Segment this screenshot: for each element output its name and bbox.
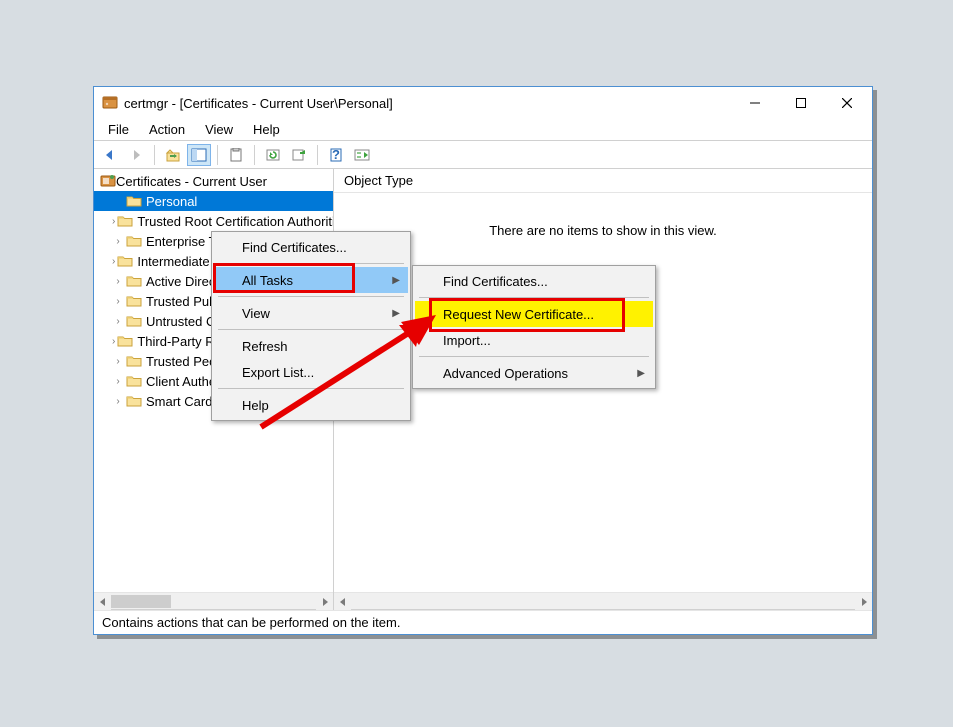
tree-expander-icon[interactable]: › [112,336,115,347]
toolbar-copy-button[interactable] [224,144,248,166]
folder-icon [126,194,142,208]
folder-icon [126,394,142,408]
scrollbar-left-arrow[interactable] [334,593,351,610]
menu-file[interactable]: File [100,121,137,138]
context-submenu-all-tasks: Find Certificates... Request New Certifi… [412,265,656,389]
maximize-button[interactable] [778,88,824,118]
chevron-right-icon: ▶ [392,308,400,319]
context-menu: Find Certificates... All Tasks▶ View▶ Re… [211,231,411,421]
context-item-export-list[interactable]: Export List... [214,359,408,385]
tree-expander-icon[interactable]: › [112,316,124,327]
statusbar: Contains actions that can be performed o… [94,610,872,634]
toolbar-separator [254,145,255,165]
toolbar: ? [94,141,872,169]
context-separator [218,296,404,297]
context-item-help[interactable]: Help [214,392,408,418]
toolbar-separator [154,145,155,165]
tree-expander-icon[interactable]: › [112,296,124,307]
context-separator [218,263,404,264]
submenu-item-advanced-operations[interactable]: Advanced Operations▶ [415,360,653,386]
tree-expander-icon[interactable]: › [112,376,124,387]
tree-expander-icon[interactable]: › [112,396,124,407]
app-icon [102,94,118,113]
submenu-item-find-certificates[interactable]: Find Certificates... [415,268,653,294]
toolbar-show-tree-button[interactable] [187,144,211,166]
folder-icon [126,234,142,248]
list-empty-text: There are no items to show in this view. [489,223,717,238]
folder-icon [126,374,142,388]
tree-expander-icon[interactable]: › [112,236,124,247]
tree-expander-icon[interactable]: › [112,276,124,287]
context-separator [218,329,404,330]
chevron-right-icon: ▶ [637,368,645,379]
tree-item[interactable]: › Trusted Root Certification Authorities [94,211,333,231]
toolbar-forward-button[interactable] [124,144,148,166]
toolbar-refresh-button[interactable] [261,144,285,166]
list-pane: Object Type There are no items to show i… [334,169,872,609]
cert-root-icon [100,173,116,190]
titlebar: certmgr - [Certificates - Current User\P… [94,87,872,119]
certmgr-window: certmgr - [Certificates - Current User\P… [93,86,873,635]
window-title: certmgr - [Certificates - Current User\P… [124,96,393,111]
chevron-right-icon: ▶ [392,275,400,286]
scrollbar-right-arrow[interactable] [316,593,333,610]
toolbar-separator [217,145,218,165]
tree-item-label: Personal [146,194,197,209]
minimize-button[interactable] [732,88,778,118]
list-horizontal-scrollbar[interactable] [334,592,872,609]
close-button[interactable] [824,88,870,118]
scrollbar-left-arrow[interactable] [94,593,111,610]
scrollbar-thumb[interactable] [111,595,171,608]
tree-expander-icon[interactable]: › [112,256,115,267]
context-separator [419,356,649,357]
folder-icon [117,334,133,348]
tree-root[interactable]: Certificates - Current User [94,171,333,191]
context-separator [419,297,649,298]
context-item-view[interactable]: View▶ [214,300,408,326]
folder-icon [126,354,142,368]
menu-view[interactable]: View [197,121,241,138]
toolbar-back-button[interactable] [98,144,122,166]
toolbar-separator [317,145,318,165]
menu-action[interactable]: Action [141,121,193,138]
context-item-find-certificates[interactable]: Find Certificates... [214,234,408,260]
list-body: There are no items to show in this view. [334,193,872,592]
tree-expander-icon[interactable]: › [112,216,115,227]
list-column-label: Object Type [344,173,413,188]
tree-root-label: Certificates - Current User [116,174,267,189]
statusbar-text: Contains actions that can be performed o… [102,615,400,630]
submenu-item-request-new-certificate[interactable]: Request New Certificate... [415,301,653,327]
tree-item[interactable]: Personal [94,191,333,211]
folder-icon [126,314,142,328]
toolbar-export-button[interactable] [287,144,311,166]
scrollbar-right-arrow[interactable] [855,593,872,610]
context-item-refresh[interactable]: Refresh [214,333,408,359]
folder-icon [126,294,142,308]
context-item-all-tasks[interactable]: All Tasks▶ [214,267,408,293]
folder-icon [117,214,133,228]
window-controls [732,88,870,118]
tree-horizontal-scrollbar[interactable] [94,592,333,609]
folder-icon [117,254,133,268]
toolbar-up-button[interactable] [161,144,185,166]
tree-item-label: Trusted Root Certification Authorities [137,214,333,229]
menu-help[interactable]: Help [245,121,288,138]
toolbar-help-button[interactable]: ? [324,144,348,166]
svg-text:?: ? [332,148,340,162]
tree-expander-icon[interactable]: › [112,356,124,367]
toolbar-find-button[interactable] [350,144,374,166]
folder-icon [126,274,142,288]
list-column-header[interactable]: Object Type [334,169,872,193]
menubar: File Action View Help [94,119,872,141]
submenu-item-import[interactable]: Import... [415,327,653,353]
context-separator [218,388,404,389]
